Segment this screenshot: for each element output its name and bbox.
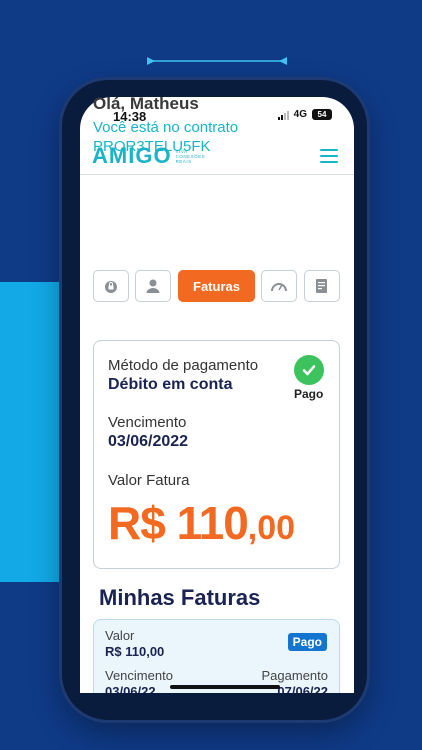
invoice-paid: 07/06/22 (277, 684, 328, 693)
user-icon (146, 279, 160, 293)
payment-summary-card: Método de pagamento Débito em conta Pago… (93, 340, 340, 569)
screen-content: Olá, Matheus Você está no contrato PROR3… (80, 0, 354, 693)
tab-documents[interactable] (304, 270, 340, 302)
invoice-due: 03/06/22 (105, 684, 156, 693)
section-tabs: Faturas (93, 270, 341, 302)
invoices-section-title: Minhas Faturas (99, 585, 261, 610)
invoice-status-badge: Pago (287, 633, 327, 651)
greeting-text: Olá, Matheus (93, 94, 199, 113)
payment-method-label: Método de pagamento (108, 357, 259, 374)
invoice-value: R$ 110,00 (105, 644, 165, 659)
invoice-paid-label: Pagamento (261, 668, 329, 683)
tab-speed[interactable] (261, 270, 297, 302)
amount-label: Valor Fatura (108, 472, 190, 489)
payment-method-value: Débito em conta (108, 376, 233, 393)
invoice-value-label: Valor (105, 628, 135, 643)
check-icon (294, 355, 324, 385)
tab-security[interactable] (93, 270, 129, 302)
lock-icon (105, 281, 117, 293)
document-icon (316, 279, 327, 293)
payment-status: Pago (294, 387, 324, 401)
tab-faturas[interactable]: Faturas (178, 270, 255, 302)
invoice-due-label: Vencimento (105, 668, 173, 683)
home-indicator[interactable] (170, 685, 280, 689)
due-date-label: Vencimento (108, 414, 187, 431)
speedometer-icon (271, 283, 287, 292)
contract-label: Você está no contrato (93, 119, 239, 136)
invoice-list-item[interactable]: Valor R$ 110,00 Pago Vencimento 03/06/22… (93, 619, 340, 693)
tab-profile[interactable] (135, 270, 171, 302)
contract-info: Você está no contrato PROR3TELU5FK (93, 118, 238, 156)
invoice-amount: R$ 110,00 (108, 497, 296, 549)
contract-id: PROR3TELU5FK (93, 138, 211, 155)
due-date-value: 03/06/2022 (108, 433, 189, 450)
